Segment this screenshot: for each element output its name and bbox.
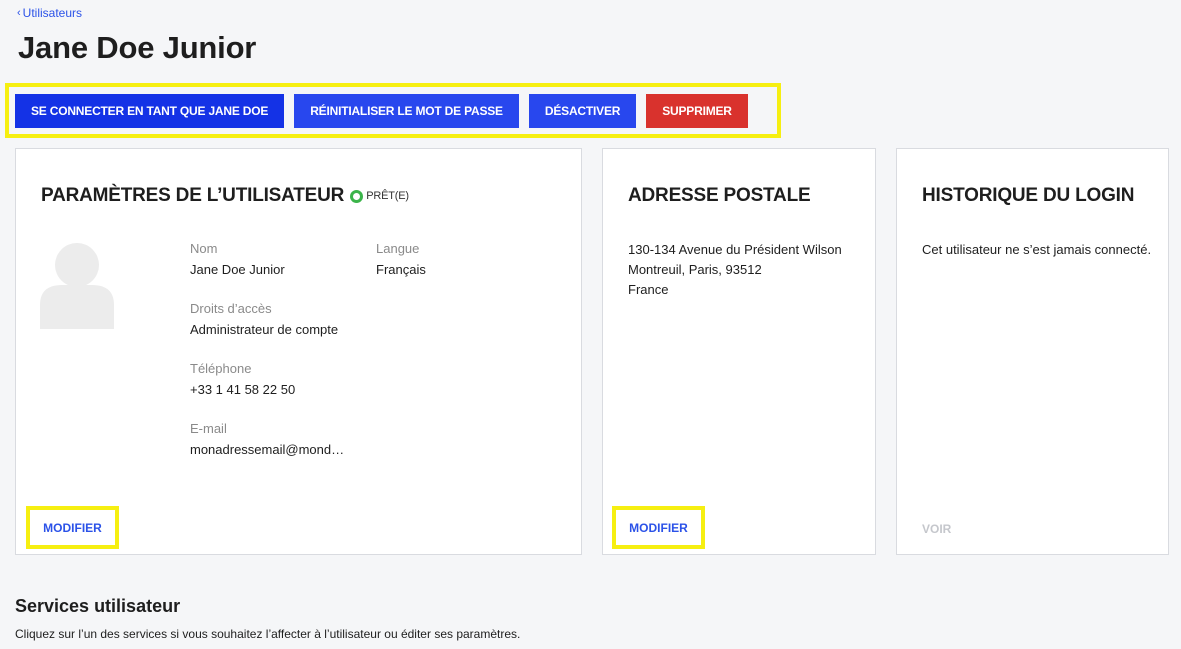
email-label: E-mail: [190, 421, 227, 436]
postal-address-edit-highlight: MODIFIER: [612, 506, 705, 549]
postal-address-card: ADRESSE POSTALE 130-134 Avenue du Présid…: [602, 148, 876, 555]
language-field: Langue Français: [376, 241, 426, 277]
avatar: [40, 243, 114, 329]
user-settings-heading: PARAMÈTRES DE L’UTILISATEUR: [41, 185, 345, 206]
chevron-left-icon: ‹: [17, 6, 21, 19]
page-title: Jane Doe Junior: [18, 30, 257, 65]
login-as-button[interactable]: SE CONNECTER EN TANT QUE JANE DOE: [15, 93, 285, 128]
services-title: Services utilisateur: [15, 596, 181, 616]
services-description: Cliquez sur l’un des services si vous so…: [15, 627, 521, 641]
postal-address-edit-button[interactable]: MODIFIER: [629, 521, 688, 535]
rights-value: Administrateur de compte: [190, 322, 339, 337]
breadcrumb[interactable]: ‹ Utilisateurs: [17, 6, 82, 20]
name-label: Nom: [190, 241, 218, 256]
rights-field: Droits d’accès Administrateur de compte: [190, 301, 338, 337]
phone-value: +33 1 41 58 22 50: [190, 382, 296, 397]
breadcrumb-label[interactable]: Utilisateurs: [23, 6, 82, 20]
user-settings-edit-highlight: MODIFIER: [26, 506, 119, 549]
deactivate-button[interactable]: DÉSACTIVER: [528, 93, 637, 128]
user-settings-card: PARAMÈTRES DE L’UTILISATEUR PRÊT(E) Nom …: [15, 148, 582, 555]
phone-label: Téléphone: [190, 361, 252, 376]
status-badge: PRÊT(E): [350, 189, 409, 203]
status-label: PRÊT(E): [366, 190, 409, 202]
login-history-card: HISTORIQUE DU LOGIN Cet utilisateur ne s…: [896, 148, 1169, 555]
reset-password-button[interactable]: RÉINITIALISER LE MOT DE PASSE: [294, 93, 519, 128]
delete-button[interactable]: SUPPRIMER: [646, 93, 748, 128]
user-settings-edit-button[interactable]: MODIFIER: [43, 521, 102, 535]
email-field: E-mail monadressemail@mond…: [190, 421, 344, 457]
login-history-title: HISTORIQUE DU LOGIN: [922, 185, 1135, 206]
name-field: Nom Jane Doe Junior: [190, 241, 285, 277]
user-settings-title: PARAMÈTRES DE L’UTILISATEUR PRÊT(E): [41, 185, 409, 207]
postal-address: 130-134 Avenue du Président Wilson Montr…: [628, 240, 842, 300]
name-value: Jane Doe Junior: [190, 262, 285, 277]
phone-field: Téléphone +33 1 41 58 22 50: [190, 361, 295, 397]
address-line-2: Montreuil, Paris, 93512: [628, 262, 762, 277]
address-line-3: France: [628, 282, 669, 297]
actions-toolbar: SE CONNECTER EN TANT QUE JANE DOE RÉINIT…: [5, 83, 781, 138]
postal-address-title: ADRESSE POSTALE: [628, 185, 811, 206]
status-dot-icon: [350, 189, 364, 203]
language-label: Langue: [376, 241, 420, 256]
login-history-view-button[interactable]: VOIR: [922, 522, 951, 536]
language-value: Français: [376, 262, 426, 277]
rights-label: Droits d’accès: [190, 301, 272, 316]
login-history-empty-text: Cet utilisateur ne s’est jamais connecté…: [922, 242, 1152, 257]
address-line-1: 130-134 Avenue du Président Wilson: [628, 242, 842, 257]
email-value: monadressemail@mond…: [190, 442, 345, 457]
